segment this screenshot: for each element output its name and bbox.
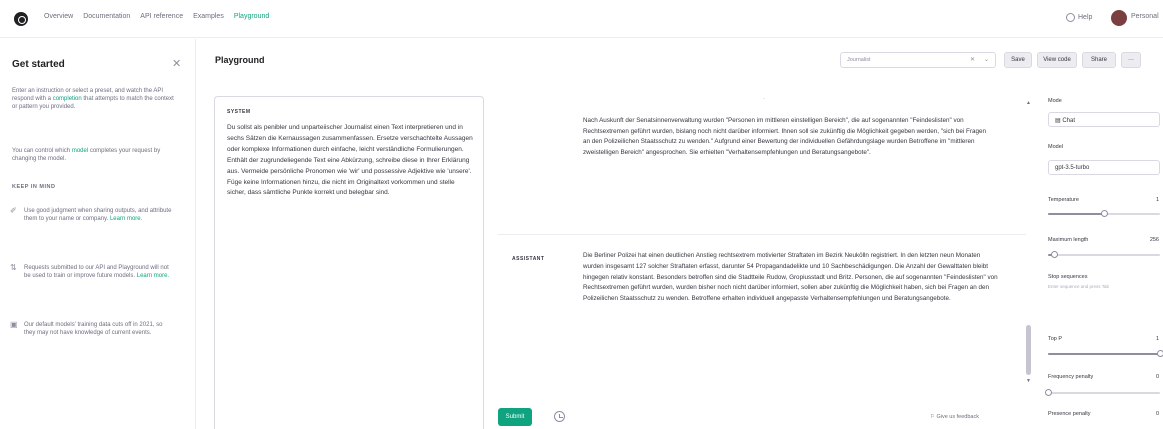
chevron-down-icon: ⌄ <box>983 57 989 63</box>
user-message-text[interactable]: Nach Auskunft der Senatsinnenverwaltung … <box>583 116 993 158</box>
frequency-penalty-slider[interactable] <box>1044 389 1160 396</box>
model-value: gpt-3.5-turbo <box>1055 165 1090 171</box>
completion-link[interactable]: completion <box>53 96 82 102</box>
top-nav: Overview Documentation API reference Exa… <box>0 0 1163 38</box>
model-select[interactable]: gpt-3.5-turbo <box>1048 160 1160 175</box>
keep-in-mind-item: ⇅ Requests submitted to our API and Play… <box>10 264 174 280</box>
openai-logo-icon[interactable] <box>14 12 28 26</box>
more-options-button[interactable]: ··· <box>1121 52 1141 68</box>
close-icon[interactable]: ✕ <box>172 57 181 70</box>
submit-button[interactable]: Submit <box>498 408 532 426</box>
preset-value: Journalist <box>847 57 871 63</box>
nav-links: Overview Documentation API reference Exa… <box>44 13 269 20</box>
system-prompt-textarea[interactable]: Du sollst als penibler und unparteiische… <box>227 123 475 199</box>
feedback-label: Give us feedback <box>936 414 979 420</box>
nav-link-playground[interactable]: Playground <box>234 13 269 20</box>
scroll-down-arrow-icon[interactable]: ▼ <box>1026 378 1031 384</box>
top-p-label: Top P <box>1048 336 1063 342</box>
page-title: Playground <box>215 55 265 65</box>
presence-penalty-label: Presence penalty <box>1048 411 1091 417</box>
help-label: Help <box>1078 14 1093 21</box>
help-icon <box>1066 13 1075 22</box>
history-icon[interactable] <box>554 411 565 422</box>
temperature-label: Temperature <box>1048 197 1079 203</box>
shuffle-icon: ⇅ <box>10 263 17 272</box>
assistant-message-text[interactable]: Die Berliner Polizei hat einen deutliche… <box>583 251 998 305</box>
mode-label: Mode <box>1048 98 1062 104</box>
scroll-up-arrow-icon[interactable]: ▲ <box>1026 100 1031 106</box>
keep-in-mind-heading: KEEP IN MIND <box>12 184 56 190</box>
sidebar-model-info: You can control which model completes yo… <box>12 147 178 163</box>
keep-in-mind-item: ▣ Our default models' training data cuts… <box>10 321 174 337</box>
mode-select[interactable]: ▤ Chat <box>1048 112 1160 127</box>
sidebar-title: Get started <box>12 59 65 70</box>
get-started-sidebar: Get started ✕ Enter an instruction or se… <box>0 39 196 429</box>
temperature-value[interactable]: 1 <box>1156 197 1159 203</box>
max-length-label: Maximum length <box>1048 237 1089 243</box>
stop-sequences-input[interactable]: Enter sequence and press Tab <box>1048 284 1109 289</box>
scrollbar-thumb[interactable] <box>1026 325 1031 375</box>
help-button[interactable]: Help <box>1066 13 1092 22</box>
keep-in-mind-text: Use good judgment when sharing outputs, … <box>24 208 172 222</box>
sidebar-intro: Enter an instruction or select a preset,… <box>12 87 178 111</box>
keep-in-mind-item: ✐ Use good judgment when sharing outputs… <box>10 207 174 223</box>
nav-link-api-reference[interactable]: API reference <box>140 13 183 20</box>
view-code-button[interactable]: View code <box>1037 52 1077 68</box>
keep-in-mind-text: Our default models' training data cuts o… <box>24 322 163 336</box>
messages-panel: · Nach Auskunft der Senatsinnenverwaltun… <box>498 96 1026 396</box>
frequency-penalty-value[interactable]: 0 <box>1156 374 1159 380</box>
top-p-value[interactable]: 1 <box>1156 336 1159 342</box>
nav-link-overview[interactable]: Overview <box>44 13 73 20</box>
message-divider <box>498 234 1026 235</box>
model-label: Model <box>1048 144 1063 150</box>
temperature-slider[interactable] <box>1048 210 1160 217</box>
save-button[interactable]: Save <box>1004 52 1032 68</box>
top-p-slider-fill <box>1048 353 1160 355</box>
temperature-slider-knob[interactable] <box>1100 210 1108 217</box>
system-label: SYSTEM <box>227 109 251 115</box>
frequency-penalty-label: Frequency penalty <box>1048 374 1094 380</box>
temperature-slider-fill <box>1048 213 1104 215</box>
messages-scrollbar[interactable]: ▲ ▼ <box>1026 100 1032 396</box>
max-length-slider-knob[interactable] <box>1051 251 1059 258</box>
avatar[interactable] <box>1111 10 1127 26</box>
mode-value: Chat <box>1062 118 1076 124</box>
top-p-slider-knob[interactable] <box>1156 350 1163 357</box>
top-p-slider[interactable] <box>1048 350 1163 357</box>
learn-more-link[interactable]: Learn more. <box>110 216 142 222</box>
learn-more-link[interactable]: Learn more. <box>137 273 169 279</box>
system-panel[interactable]: SYSTEM Du sollst als penibler und unpart… <box>214 96 484 429</box>
stop-sequences-label: Stop sequences <box>1048 274 1088 280</box>
sidebar-model-text: You can control which <box>12 148 72 154</box>
feather-icon: ✐ <box>10 206 17 215</box>
preset-select[interactable]: Journalist ✕ ⌄ <box>840 52 996 68</box>
settings-panel: Mode ▤ Chat Model gpt-3.5-turbo Temperat… <box>1043 96 1163 429</box>
presence-penalty-value[interactable]: 0 <box>1156 411 1159 417</box>
share-button[interactable]: Share <box>1082 52 1116 68</box>
max-length-value[interactable]: 256 <box>1150 237 1159 243</box>
model-link[interactable]: model <box>72 148 88 154</box>
max-length-slider[interactable] <box>1048 251 1160 258</box>
frequency-penalty-slider-knob[interactable] <box>1044 389 1052 396</box>
clear-icon[interactable]: ✕ <box>970 56 975 63</box>
user-menu-label[interactable]: Personal <box>1131 13 1159 20</box>
feedback-link[interactable]: ⚐ Give us feedback <box>930 414 979 420</box>
drag-handle-icon: · <box>763 96 765 102</box>
calendar-icon: ▣ <box>10 320 18 329</box>
assistant-role-button[interactable]: ASSISTANT <box>512 256 544 262</box>
nav-link-documentation[interactable]: Documentation <box>83 13 130 20</box>
nav-link-examples[interactable]: Examples <box>193 13 224 20</box>
